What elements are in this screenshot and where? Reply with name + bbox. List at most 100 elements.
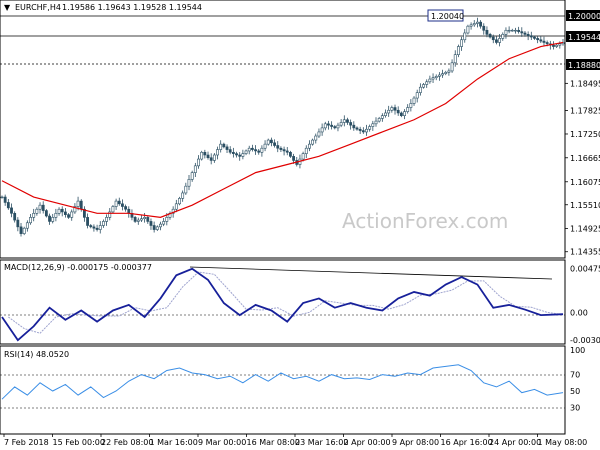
candle-body (495, 39, 498, 43)
time-axis-label: 22 Feb 08:00 (101, 438, 153, 447)
candle-body (456, 46, 460, 55)
candle-body (70, 211, 74, 218)
candle-body (184, 185, 188, 194)
candle-body (244, 150, 248, 154)
candle-body (539, 39, 543, 42)
candle-body (254, 149, 257, 152)
candle-body (98, 225, 102, 230)
candle-body (159, 223, 162, 228)
candle-body (520, 31, 524, 34)
candle-body (67, 214, 70, 218)
macd-title: MACD(12,26,9) -0.000175 -0.000377 (4, 263, 152, 272)
candle-body (146, 217, 150, 222)
candle-body (140, 218, 143, 221)
price-axis-label: 1.16075 (570, 178, 600, 187)
candle-body (330, 124, 334, 127)
candle-body (111, 206, 115, 213)
candle-body (482, 25, 486, 31)
moving-average-line[interactable] (1, 41, 564, 218)
candle-body (29, 217, 32, 224)
candle-body (441, 73, 444, 76)
time-axis-label: 2 Apr 00:00 (344, 438, 391, 447)
candle-body (399, 112, 403, 116)
candle-body (38, 204, 42, 210)
macd-line[interactable] (1, 267, 564, 342)
candle-body (314, 135, 318, 141)
candle-body (127, 208, 131, 214)
time-axis-label: 23 Mar 16:00 (295, 438, 348, 447)
candle-body (434, 76, 438, 79)
rsi-axis-label: 30 (570, 403, 580, 412)
candle-body (95, 227, 99, 230)
candle-body (235, 153, 238, 156)
price-axis-label: 1.14355 (570, 248, 600, 257)
candle-body (187, 179, 191, 187)
candle-body (162, 221, 166, 225)
time-axis-label: 16 Mar 08:00 (247, 438, 300, 447)
macd-panel[interactable] (0, 259, 566, 345)
candle-body (523, 32, 527, 35)
candle-body (311, 139, 315, 145)
candle-body (241, 153, 245, 157)
candle-body (114, 200, 118, 207)
candle-body (203, 151, 207, 156)
candle-body (358, 128, 362, 131)
macd-signal-line[interactable] (8, 271, 564, 334)
candle-body (387, 109, 391, 114)
candle-body (336, 124, 340, 129)
candle-body (48, 215, 51, 222)
candle-body (35, 208, 39, 214)
candle-body (3, 196, 7, 203)
candle-body (431, 77, 435, 80)
candle-body (501, 34, 505, 39)
candle-body (289, 151, 292, 157)
candle-body (238, 154, 242, 157)
candle-body (425, 81, 429, 85)
candle-body (466, 25, 470, 34)
trading-chart[interactable]: ActionForex.com ▼ EURCHF,H4 1.19586 1.19… (0, 0, 600, 450)
rsi-axis-label: 100 (570, 346, 585, 355)
candle-body (514, 29, 517, 32)
time-axis-label: 9 Mar 00:00 (198, 438, 246, 447)
candle-body (472, 23, 476, 26)
time-axis-label: 15 Feb 00:00 (53, 438, 105, 447)
time-axis-label: 9 Apr 08:00 (392, 438, 439, 447)
candle-body (273, 142, 276, 146)
candle-body (352, 124, 356, 129)
time-axis: 7 Feb 2018 15 Feb 00:0022 Feb 08:001 Mar … (3, 434, 587, 447)
candle-body (377, 118, 381, 122)
macd-trendline[interactable] (189, 266, 553, 280)
candle-body (282, 149, 286, 152)
candle-body (152, 225, 156, 230)
time-axis-label: 16 Apr 16:00 (441, 438, 493, 447)
candle-body (16, 219, 20, 228)
candle-body (102, 221, 105, 226)
candle-body (469, 24, 473, 27)
candles[interactable] (0, 17, 565, 237)
candle-body (447, 70, 451, 73)
candle-body (450, 62, 454, 72)
price-axis-label: 1.14925 (570, 225, 600, 234)
price-tag-current-text: 1.19544 (568, 33, 600, 42)
candle-body (498, 38, 502, 43)
candle-body (6, 202, 10, 209)
candle-body (279, 147, 283, 150)
rsi-panel[interactable] (0, 345, 566, 435)
candle-body (57, 208, 61, 214)
candle-body (491, 36, 495, 41)
rsi-axis-label: 50 (570, 387, 580, 396)
candle-body (133, 217, 137, 222)
candle-body (22, 227, 26, 234)
time-axis-label: 7 Feb 2018 (4, 438, 49, 447)
candle-body (558, 43, 562, 46)
candle-body (510, 29, 514, 32)
candle-body (212, 154, 216, 161)
rsi-line[interactable] (1, 364, 564, 400)
time-axis-label: 1 Mar 16:00 (150, 438, 198, 447)
price-axis-label: 1.15510 (570, 201, 600, 210)
price-axis-label: 1.18495 (570, 79, 600, 88)
candle-body (301, 153, 305, 160)
macd-axis-label: 0.00475 (570, 264, 600, 273)
candle-body (165, 217, 169, 222)
candle-body (346, 119, 349, 123)
